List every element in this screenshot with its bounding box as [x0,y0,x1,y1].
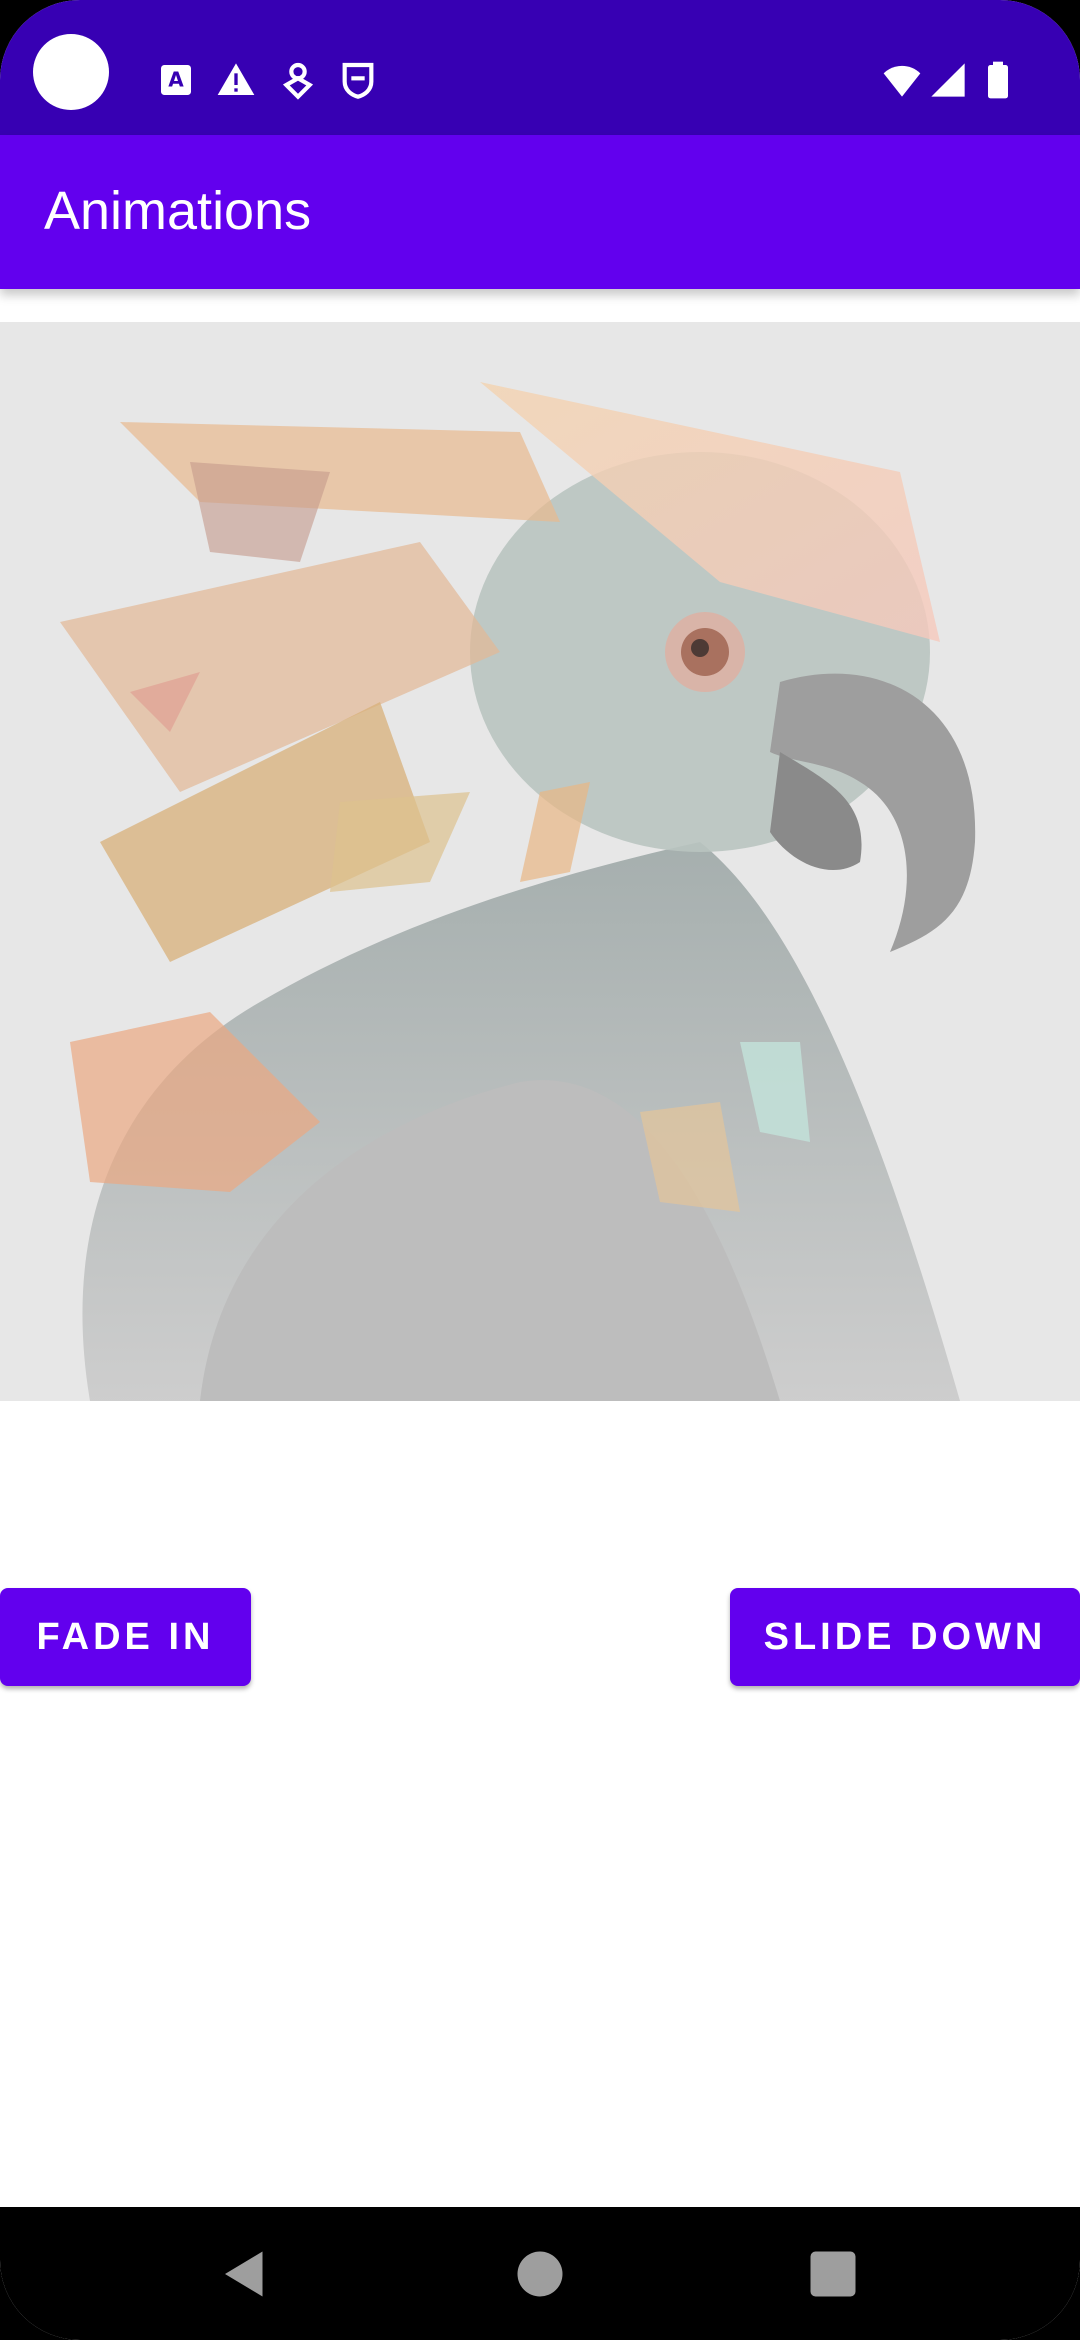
battery-icon [978,60,1018,100]
app-bar: Animations [0,135,1080,289]
status-bar: 7 A [0,0,1080,135]
recents-icon[interactable] [803,2244,863,2304]
navigation-bar [0,2207,1080,2340]
camera-cutout [33,34,109,110]
location-icon [278,60,318,100]
home-icon[interactable] [510,2244,570,2304]
warning-icon [216,60,256,100]
back-icon[interactable] [215,2244,275,2304]
phone-screen: 7 A Animations [0,0,1080,2340]
app-title: Animations [44,181,312,241]
wifi-icon [880,60,924,100]
parrot-image [0,322,1080,1401]
svg-text:A: A [168,68,184,92]
fade-in-button[interactable]: FADE IN [0,1588,251,1686]
parrot-illustration [0,322,1080,1401]
shield-icon [338,60,378,100]
signal-icon [928,60,968,100]
translate-icon: A [156,60,196,100]
slide-down-button[interactable]: SLIDE DOWN [730,1588,1080,1686]
